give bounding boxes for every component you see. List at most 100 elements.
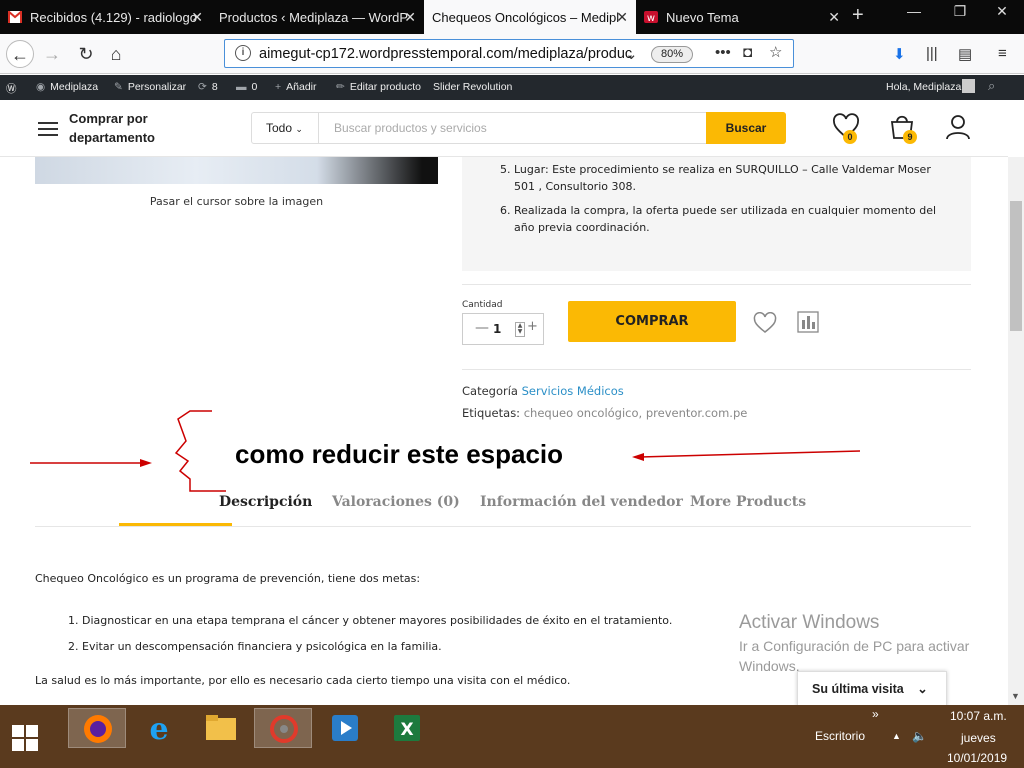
media-player-icon <box>332 715 358 741</box>
admin-site-link[interactable]: ◉ Mediplaza <box>36 81 98 93</box>
divider <box>35 526 971 527</box>
restore-icon[interactable]: ❐ <box>938 0 982 28</box>
plus-icon: + <box>275 81 282 93</box>
tab-label: Recibidos (4.129) - radiologo <box>30 9 197 25</box>
tab-wordpress[interactable]: Productos ‹ Mediplaza — WordP ✕ <box>211 0 424 34</box>
volume-icon[interactable]: 🔈 <box>912 729 927 743</box>
admin-greeting[interactable]: Hola, Mediplaza <box>886 81 961 93</box>
annotation-text: como reducir este espacio <box>235 439 564 469</box>
admin-edit-product-link[interactable]: ✏ Editar producto <box>336 81 421 93</box>
url-text[interactable]: aimegut-cp172.wordpresstemporal.com/medi… <box>259 46 639 62</box>
cart-count-badge: 9 <box>903 130 917 144</box>
clock-date[interactable]: 10/01/2019 <box>947 751 1007 765</box>
search-button[interactable]: Buscar <box>706 112 786 144</box>
excel-taskbar-item[interactable]: X <box>378 708 436 748</box>
pocket-icon[interactable]: ◘ <box>743 44 752 61</box>
gmail-icon <box>8 11 22 23</box>
new-tab-icon[interactable]: + <box>852 4 864 27</box>
product-search: Todo ⌄ Buscar productos y servicios Busc… <box>251 112 786 144</box>
avatar[interactable] <box>962 79 975 93</box>
list-item: 1. Diagnosticar en una etapa temprana el… <box>68 614 673 627</box>
description-closing: La salud es lo más importante, por ello … <box>35 674 571 687</box>
bookmark-star-icon[interactable]: ☆ <box>769 43 782 61</box>
scroll-down-icon[interactable]: ▼ <box>1011 691 1020 701</box>
page-scrollbar[interactable]: ▼ <box>1008 157 1024 705</box>
admin-add-new-link[interactable]: + Añadir <box>275 81 317 93</box>
tab-nuevo-tema[interactable]: w Nuevo Tema ✕ <box>636 0 848 34</box>
internet-explorer-icon: e <box>149 712 168 744</box>
browser-nav-bar: ← → ↻ ⌂ i aimegut-cp172.wordpresstempora… <box>0 34 1024 74</box>
tray-expand-icon[interactable]: » <box>872 707 879 721</box>
app-taskbar-item[interactable] <box>254 708 312 748</box>
annotation-bracket <box>174 410 226 492</box>
ie-taskbar-item[interactable]: e <box>130 708 188 748</box>
annotation-arrowhead <box>140 459 152 467</box>
windows-start-icon[interactable] <box>12 725 38 751</box>
show-hidden-icons[interactable]: ▲ <box>892 731 901 741</box>
close-window-icon[interactable]: ✕ <box>980 0 1024 28</box>
svg-text:w: w <box>647 13 655 23</box>
updates-icon: ⟳ <box>198 81 207 93</box>
more-actions-icon[interactable]: ••• <box>715 44 731 61</box>
zoom-level[interactable]: 80% <box>651 46 693 63</box>
tab-label: Chequeos Oncológicos – Medipl <box>432 9 620 25</box>
admin-slider-link[interactable]: Slider Revolution <box>433 81 512 93</box>
firefox-icon <box>84 715 112 743</box>
reload-icon[interactable]: ↻ <box>72 40 100 68</box>
tab-gmail[interactable]: Recibidos (4.129) - radiologo ✕ <box>0 0 211 34</box>
dashboard-icon: ◉ <box>36 81 46 93</box>
back-icon[interactable]: ← <box>6 40 34 68</box>
close-tab-icon[interactable]: ✕ <box>828 9 840 26</box>
site-header: Comprar por departamento Todo ⌄ Buscar p… <box>0 100 1008 157</box>
tab-more-products[interactable]: More Products <box>690 494 806 510</box>
description-intro: Chequeo Oncológico es un programa de pre… <box>35 572 421 585</box>
wp-admin-bar: Ⓦ ◉ Mediplaza ✎ Personalizar ⟳ 8 ▬ 0 + Añadir… <box>0 75 1024 100</box>
wordpress-icon[interactable]: Ⓦ <box>6 81 17 96</box>
desktop-toolbar-label[interactable]: Escritorio <box>815 729 865 743</box>
activate-windows-watermark: Activar Windows Ir a Configuración de PC… <box>739 612 970 674</box>
category-select[interactable]: Todo ⌄ <box>252 113 319 143</box>
recent-visit-widget[interactable]: Su última visita ⌄ <box>797 671 947 705</box>
dropdown-icon[interactable]: ⌄ <box>625 45 638 63</box>
windows-taskbar: e X » Escritorio ▲ 🔈 10:07 a.m. jueves 1… <box>0 705 1024 768</box>
forum-icon: w <box>644 11 658 23</box>
forward-icon[interactable]: → <box>38 40 66 68</box>
hamburger-icon[interactable] <box>38 122 58 136</box>
chevron-down-icon: ⌄ <box>917 682 928 696</box>
department-menu[interactable]: Comprar por departamento <box>69 109 155 147</box>
user-icon[interactable] <box>944 113 972 141</box>
clock-day[interactable]: jueves <box>961 731 996 745</box>
minimize-icon[interactable]: — <box>892 0 936 28</box>
media-taskbar-item[interactable] <box>316 708 374 748</box>
search-input[interactable]: Buscar productos y servicios <box>334 121 487 135</box>
url-bar[interactable]: i aimegut-cp172.wordpresstemporal.com/me… <box>224 39 794 68</box>
firefox-taskbar-item[interactable] <box>68 708 126 748</box>
scrollbar-thumb[interactable] <box>1010 201 1022 331</box>
admin-customize-link[interactable]: ✎ Personalizar <box>114 81 186 93</box>
wishlist-count-badge: 0 <box>843 130 857 144</box>
svg-text:X: X <box>400 720 413 740</box>
tab-vendedor[interactable]: Información del vendedor <box>480 494 683 510</box>
tab-descripcion[interactable]: Descripción <box>219 494 312 510</box>
svg-text:e: e <box>149 712 168 744</box>
admin-updates-link[interactable]: ⟳ 8 <box>198 81 218 93</box>
sidebar-icon[interactable]: ▤ <box>958 45 972 63</box>
close-tab-icon[interactable]: ✕ <box>191 9 203 26</box>
search-icon[interactable]: ⌕ <box>988 78 995 94</box>
tab-valoraciones[interactable]: Valoraciones (0) <box>332 494 460 510</box>
explorer-taskbar-item[interactable] <box>192 708 250 748</box>
clock-time[interactable]: 10:07 a.m. <box>950 709 1007 723</box>
info-icon[interactable]: i <box>235 45 251 61</box>
admin-comments-link[interactable]: ▬ 0 <box>236 81 257 93</box>
close-tab-icon[interactable]: ✕ <box>616 9 628 26</box>
library-icon[interactable]: ||| <box>926 45 938 62</box>
annotation-arrow-right <box>639 450 861 458</box>
list-item: 2. Evitar un descompensación financiera … <box>68 640 442 653</box>
excel-icon: X <box>394 715 420 741</box>
menu-icon[interactable]: ≡ <box>998 45 1007 62</box>
home-icon[interactable]: ⌂ <box>102 40 130 68</box>
close-tab-icon[interactable]: ✕ <box>404 9 416 26</box>
browser-tab-strip: Recibidos (4.129) - radiologo ✕ Producto… <box>0 0 1024 34</box>
tab-chequeos[interactable]: Chequeos Oncológicos – Medipl ✕ <box>424 0 636 34</box>
download-icon[interactable]: ⬇ <box>893 45 906 63</box>
